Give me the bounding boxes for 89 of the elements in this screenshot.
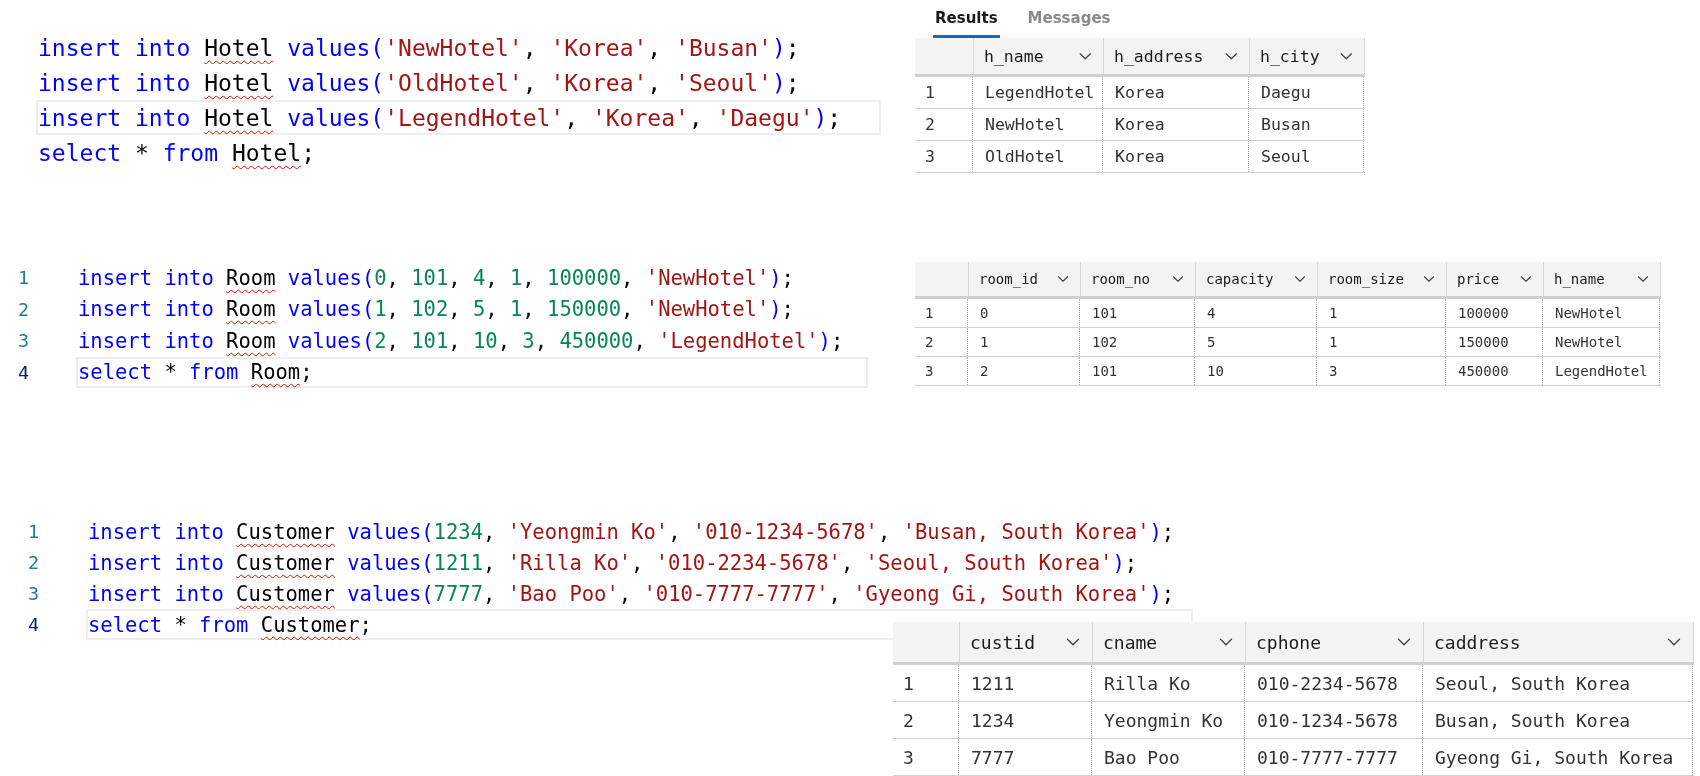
table-cell: 4 [1195,299,1317,327]
column-name: h_address [1114,46,1204,66]
table-cell: 010-7777-7777 [1245,739,1423,775]
table-cell: 1 [1317,299,1446,327]
table-cell: Busan [1249,109,1364,140]
table-cell: Busan, South Korea [1423,702,1693,738]
column-name: h_city [1260,46,1320,66]
row-number: 3 [893,739,959,775]
line-number: 2 [27,552,41,573]
line-number: 1 [17,267,31,289]
line-number: 4 [17,361,31,383]
column-header[interactable]: custid [960,622,1093,662]
table-cell: Seoul [1249,141,1364,172]
table-cell: Gyeong Gi, South Korea [1423,739,1693,775]
table-cell: Korea [1103,141,1249,172]
line-number: 3 [27,583,41,604]
table-cell: 010-2234-5678 [1245,665,1423,701]
row-number: 3 [915,357,968,385]
table-cell: NewHotel [973,109,1103,140]
row-number: 1 [915,77,973,108]
table-cell: 10 [1195,357,1317,385]
column-header[interactable]: h_city [1250,38,1365,74]
table-cell: 5 [1195,328,1317,356]
table-cell: LegendHotel [1543,357,1660,385]
table-cell: Korea [1103,77,1249,108]
line-number: 2 [17,298,31,320]
column-header[interactable]: room_id [969,262,1081,296]
code-line: insert into Hotel values('NewHotel', 'Korea', 'Busan'); [37,33,801,63]
table-cell: Yeongmin Ko [1092,702,1245,738]
column-header[interactable]: cname [1093,622,1246,662]
column-header[interactable]: h_name [1544,262,1661,296]
column-name: room_id [979,271,1038,287]
table-cell: 7777 [959,739,1092,775]
line-number: 1 [27,521,41,542]
code-line: insert into Customer values(1234, 'Yeongmin Ko', '010-1234-5678', 'Busan, South Korea'); [87,518,1176,546]
column-name: h_name [984,46,1044,66]
code-line: insert into Customer values(7777, 'Bao Poo', '010-7777-7777', 'Gyeong Gi, South Korea'); [87,580,1176,608]
row-number: 1 [893,665,959,701]
table-cell: NewHotel [1543,328,1660,356]
table-cell: 2 [968,357,1080,385]
column-header[interactable]: h_address [1104,38,1250,74]
table-cell: 0 [968,299,1080,327]
table-cell: NewHotel [1543,299,1660,327]
column-name: h_name [1554,271,1605,287]
table-cell: 102 [1080,328,1195,356]
table-cell: 1234 [959,702,1092,738]
column-header[interactable]: price [1447,262,1544,296]
table-cell: 150000 [1446,328,1543,356]
column-header[interactable]: capacity [1196,262,1318,296]
code-line: select * from Hotel; [37,138,316,168]
column-name: room_no [1091,271,1150,287]
column-header[interactable]: caddress [1424,622,1694,662]
row-number: 3 [915,141,973,172]
column-name: room_size [1328,271,1404,287]
column-name: price [1457,271,1500,287]
row-number: 1 [915,299,968,327]
code-line: insert into Room values(0, 101, 4, 1, 100000, 'NewHotel'); [77,264,795,292]
table-cell: LegendHotel [973,77,1103,108]
table-cell: 1 [968,328,1080,356]
table-cell: Daegu [1249,77,1364,108]
table-cell: Rilla Ko [1092,665,1245,701]
column-name: caddress [1434,631,1521,653]
table-cell: 010-1234-5678 [1245,702,1423,738]
table-cell: 1 [1317,328,1446,356]
column-header[interactable]: room_size [1318,262,1447,296]
code-line: insert into Customer values(1211, 'Rilla Ko', '010-2234-5678', 'Seoul, South Korea'); [87,549,1139,577]
table-cell: 3 [1317,357,1446,385]
column-name: capacity [1206,271,1274,287]
column-header[interactable]: room_no [1081,262,1196,296]
code-line: insert into Room values(2, 101, 10, 3, 450000, 'LegendHotel'); [77,327,845,355]
column-header[interactable]: h_name [974,38,1104,74]
row-number: 2 [893,702,959,738]
row-number: 2 [915,109,973,140]
table-cell: 101 [1080,299,1195,327]
table-cell: 101 [1080,357,1195,385]
table-cell: Seoul, South Korea [1423,665,1693,701]
table-cell: 1211 [959,665,1092,701]
table-cell: OldHotel [973,141,1103,172]
line-number: 3 [17,330,31,352]
line-number: 4 [27,614,41,635]
row-number: 2 [915,328,968,356]
column-header[interactable]: cphone [1246,622,1424,662]
table-cell: Korea [1103,109,1249,140]
table-cell: Bao Poo [1092,739,1245,775]
code-line: insert into Room values(1, 102, 5, 1, 150000, 'NewHotel'); [77,296,795,324]
table-cell: 450000 [1446,357,1543,385]
code-line: insert into Hotel values('OldHotel', 'Korea', 'Seoul'); [37,68,801,98]
table-cell: 100000 [1446,299,1543,327]
column-name: cphone [1256,631,1322,653]
